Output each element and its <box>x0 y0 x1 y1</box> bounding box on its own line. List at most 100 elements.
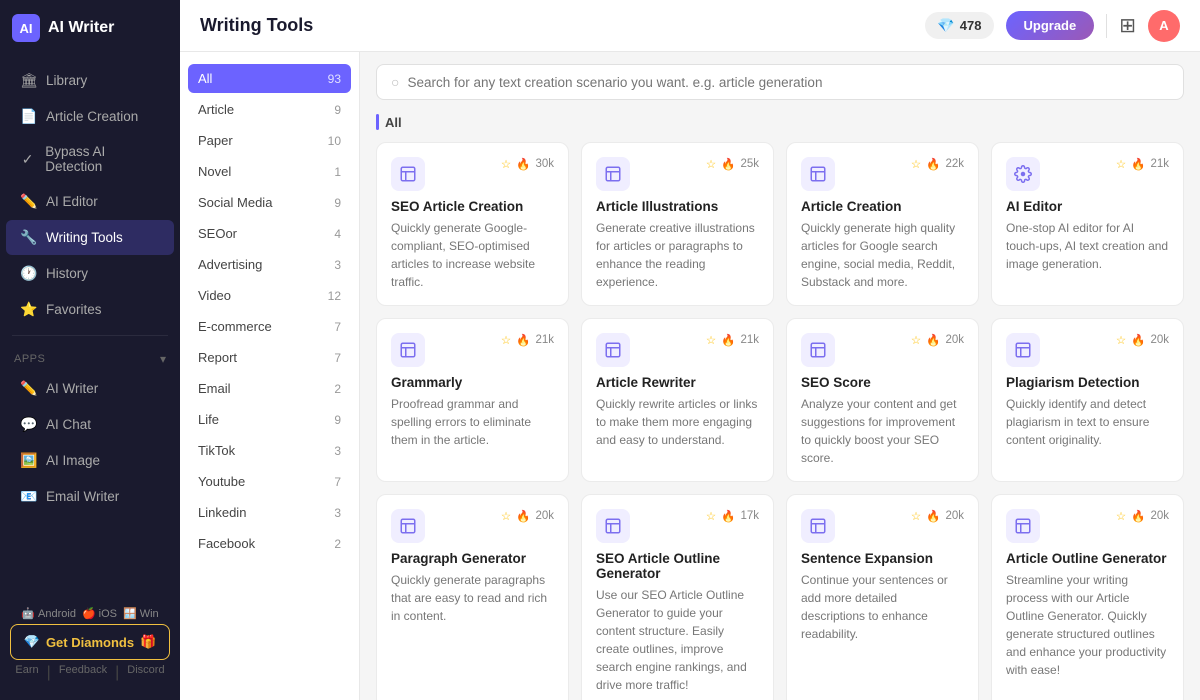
android-link[interactable]: 🤖 Android <box>21 607 76 620</box>
tool-card[interactable]: ☆ 🔥 22k Article Creation Quickly generat… <box>786 142 979 306</box>
sidebar-item-label: AI Editor <box>46 194 98 209</box>
filter-item-report[interactable]: Report7 <box>188 343 351 372</box>
filter-item-novel[interactable]: Novel1 <box>188 157 351 186</box>
tool-card[interactable]: ☆ 🔥 20k Article Outline Generator Stream… <box>991 494 1184 700</box>
card-count: 20k <box>1150 334 1169 346</box>
fire-icon: 🔥 <box>1131 157 1145 171</box>
avatar[interactable]: A <box>1148 10 1180 42</box>
card-count: 21k <box>1150 158 1169 170</box>
sidebar-item-ai-editor[interactable]: ✏️ AI Editor <box>6 184 174 219</box>
star-icon[interactable]: ☆ <box>911 333 921 347</box>
fire-icon: 🔥 <box>926 157 940 171</box>
filter-item-seoor[interactable]: SEOor4 <box>188 219 351 248</box>
card-meta: ☆ 🔥 25k <box>706 157 759 171</box>
card-description: Continue your sentences or add more deta… <box>801 571 964 643</box>
tool-card[interactable]: ☆ 🔥 21k Article Rewriter Quickly rewrite… <box>581 318 774 482</box>
card-description: Use our SEO Article Outline Generator to… <box>596 586 759 694</box>
app-logo[interactable]: AI AI Writer <box>0 0 180 56</box>
filter-item-video[interactable]: Video12 <box>188 281 351 310</box>
fire-icon: 🔥 <box>1131 509 1145 523</box>
ios-link[interactable]: 🍎 iOS <box>82 607 117 620</box>
card-icon <box>801 333 835 367</box>
fire-icon: 🔥 <box>1131 333 1145 347</box>
filter-count: 2 <box>334 382 341 396</box>
star-icon[interactable]: ☆ <box>501 157 511 171</box>
card-count: 20k <box>1150 510 1169 522</box>
filter-count: 3 <box>334 258 341 272</box>
filter-item-social-media[interactable]: Social Media9 <box>188 188 351 217</box>
earn-link[interactable]: Earn <box>15 664 38 682</box>
ai-writer-icon: ✏️ <box>20 380 36 397</box>
sidebar-item-history[interactable]: 🕐 History <box>6 256 174 291</box>
page-header: Writing Tools 💎 478 Upgrade ⊞ A <box>180 0 1200 52</box>
sidebar-item-bypass-detection[interactable]: ✓ Bypass AI Detection <box>6 135 174 183</box>
upgrade-button[interactable]: Upgrade <box>1006 11 1095 40</box>
star-icon[interactable]: ☆ <box>1116 157 1126 171</box>
sidebar-item-library[interactable]: 🏛 Library <box>6 63 174 98</box>
diamond-emoji: 💎 <box>24 634 40 650</box>
filter-label: Facebook <box>198 536 255 551</box>
tool-card[interactable]: ☆ 🔥 25k Article Illustrations Generate c… <box>581 142 774 306</box>
diamonds-count: 478 <box>960 18 982 33</box>
star-icon[interactable]: ☆ <box>706 333 716 347</box>
filter-item-tiktok[interactable]: TikTok3 <box>188 436 351 465</box>
filter-count: 9 <box>334 413 341 427</box>
card-top: ☆ 🔥 20k <box>801 333 964 367</box>
filter-item-paper[interactable]: Paper10 <box>188 126 351 155</box>
tool-card[interactable]: ☆ 🔥 21k Grammarly Proofread grammar and … <box>376 318 569 482</box>
filter-item-linkedin[interactable]: Linkedin3 <box>188 498 351 527</box>
card-description: Proofread grammar and spelling errors to… <box>391 395 554 449</box>
star-icon[interactable]: ☆ <box>1116 509 1126 523</box>
star-icon[interactable]: ☆ <box>911 157 921 171</box>
filter-item-advertising[interactable]: Advertising3 <box>188 250 351 279</box>
star-icon[interactable]: ☆ <box>1116 333 1126 347</box>
star-icon[interactable]: ☆ <box>706 157 716 171</box>
get-diamonds-button[interactable]: 💎 Get Diamonds 🎁 <box>10 624 170 660</box>
star-icon[interactable]: ☆ <box>911 509 921 523</box>
tool-card[interactable]: ☆ 🔥 20k Paragraph Generator Quickly gene… <box>376 494 569 700</box>
section-bar <box>376 114 379 130</box>
tool-card[interactable]: ☆ 🔥 20k Sentence Expansion Continue your… <box>786 494 979 700</box>
grid-icon[interactable]: ⊞ <box>1119 13 1136 38</box>
filter-item-youtube[interactable]: Youtube7 <box>188 467 351 496</box>
card-title: Article Creation <box>801 199 964 214</box>
star-icon[interactable]: ☆ <box>501 333 511 347</box>
get-diamonds-label: Get Diamonds <box>46 635 134 650</box>
filter-item-e-commerce[interactable]: E-commerce7 <box>188 312 351 341</box>
tool-card[interactable]: ☆ 🔥 20k SEO Score Analyze your content a… <box>786 318 979 482</box>
sidebar-item-article-creation[interactable]: 📄 Article Creation <box>6 99 174 134</box>
diamonds-badge[interactable]: 💎 478 <box>925 12 993 39</box>
filter-count: 93 <box>328 72 341 86</box>
tool-card[interactable]: ☆ 🔥 17k SEO Article Outline Generator Us… <box>581 494 774 700</box>
card-top: ☆ 🔥 20k <box>1006 509 1169 543</box>
filter-item-facebook[interactable]: Facebook2 <box>188 529 351 558</box>
page-title: Writing Tools <box>200 15 313 36</box>
card-count: 20k <box>945 510 964 522</box>
sidebar-item-email-writer[interactable]: 📧 Email Writer <box>6 479 174 514</box>
card-top: ☆ 🔥 17k <box>596 509 759 543</box>
sidebar-item-writing-tools[interactable]: 🔧 Writing Tools <box>6 220 174 255</box>
sidebar-item-favorites[interactable]: ⭐ Favorites <box>6 292 174 327</box>
star-icon[interactable]: ☆ <box>706 509 716 523</box>
sidebar-item-ai-image[interactable]: 🖼️ AI Image <box>6 443 174 478</box>
fire-icon: 🔥 <box>926 509 940 523</box>
sidebar-item-ai-writer[interactable]: ✏️ AI Writer <box>6 371 174 406</box>
card-title: Plagiarism Detection <box>1006 375 1169 390</box>
tool-card[interactable]: ☆ 🔥 20k Plagiarism Detection Quickly ide… <box>991 318 1184 482</box>
sidebar-item-ai-chat[interactable]: 💬 AI Chat <box>6 407 174 442</box>
search-input[interactable] <box>407 75 1169 90</box>
win-link[interactable]: 🪟 Win <box>123 607 159 620</box>
filter-item-all[interactable]: All93 <box>188 64 351 93</box>
card-meta: ☆ 🔥 20k <box>501 509 554 523</box>
filter-item-article[interactable]: Article9 <box>188 95 351 124</box>
star-icon[interactable]: ☆ <box>501 509 511 523</box>
filter-item-email[interactable]: Email2 <box>188 374 351 403</box>
discord-link[interactable]: Discord <box>127 664 164 682</box>
filter-item-life[interactable]: Life9 <box>188 405 351 434</box>
tool-card[interactable]: ☆ 🔥 30k SEO Article Creation Quickly gen… <box>376 142 569 306</box>
tool-card[interactable]: ☆ 🔥 21k AI Editor One-stop AI editor for… <box>991 142 1184 306</box>
feedback-link[interactable]: Feedback <box>59 664 107 682</box>
card-top: ☆ 🔥 21k <box>596 333 759 367</box>
filter-count: 7 <box>334 351 341 365</box>
card-count: 22k <box>945 158 964 170</box>
